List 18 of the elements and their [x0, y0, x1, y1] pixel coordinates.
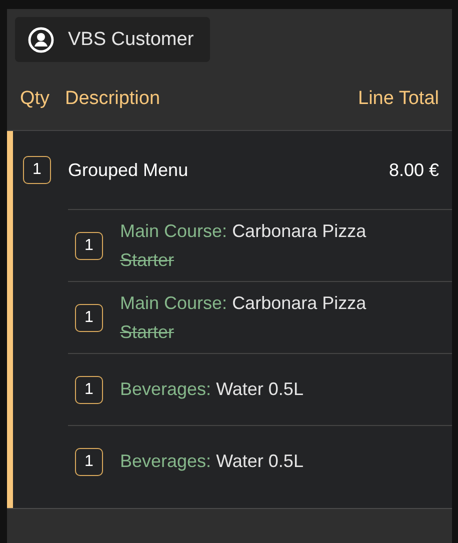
item-name: Beverages: Water 0.5L [120, 450, 304, 473]
column-header: Qty [20, 88, 51, 110]
column-header: Description [65, 88, 162, 110]
quantity-badge: 1 [75, 232, 103, 260]
quantity-badge: 1 [75, 304, 103, 332]
item-name: Main Course: Carbonara Pizza [120, 292, 366, 314]
quantity-badge: 1 [23, 156, 51, 184]
modifier-text: Starter [120, 320, 176, 344]
column-header: Line Total [358, 88, 439, 110]
item-name: Grouped Menu [68, 160, 190, 180]
modifier-text: Starter [120, 248, 176, 272]
quantity-badge: 1 [75, 376, 103, 404]
customer-button[interactable]: VBS Customer [15, 17, 210, 62]
user-icon [28, 26, 54, 52]
line-total: 8.00 € [388, 160, 439, 180]
quantity-badge: 1 [75, 448, 103, 476]
item-name: Beverages: Water 0.5L [120, 378, 304, 401]
item-name: Main Course: Carbonara Pizza [120, 220, 366, 242]
